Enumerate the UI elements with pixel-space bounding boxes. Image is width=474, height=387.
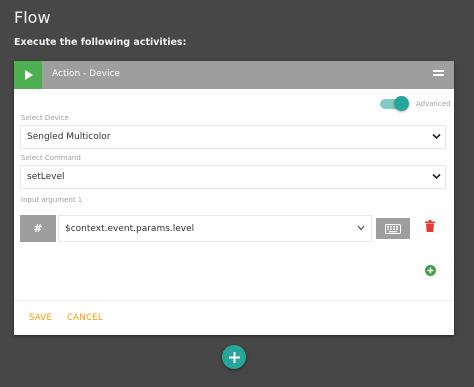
chevron-down-icon (432, 133, 441, 140)
save-button[interactable]: SAVE (29, 313, 52, 323)
play-icon (24, 70, 33, 80)
page-subtitle: Execute the following activities: (14, 37, 187, 48)
keyboard-icon (385, 223, 401, 234)
plus-icon (228, 351, 240, 363)
keyboard-button[interactable] (376, 218, 410, 239)
device-label: Select Device (21, 114, 69, 122)
command-value: setLevel (27, 172, 65, 182)
argument-value: $context.event.params.level (65, 224, 195, 234)
command-select[interactable]: setLevel (20, 165, 446, 189)
advanced-label: Advanced (416, 100, 451, 108)
plus-icon (427, 267, 434, 274)
cancel-button[interactable]: CANCEL (67, 313, 103, 323)
activity-card: Action - Device Advanced Select Device S… (14, 61, 454, 335)
add-argument-button[interactable] (425, 265, 436, 276)
command-label: Select Command (21, 154, 81, 162)
argument-label: Input argument 1 (21, 196, 83, 204)
device-value: Sengled Multicolor (27, 132, 111, 142)
run-button[interactable] (14, 61, 42, 89)
advanced-toggle-thumb[interactable] (394, 96, 409, 111)
chevron-down-icon (357, 225, 365, 231)
device-select[interactable]: Sengled Multicolor (20, 125, 446, 149)
card-title: Action - Device (52, 69, 120, 79)
trash-icon[interactable] (425, 220, 435, 232)
menu-icon[interactable] (433, 70, 444, 79)
footer-divider (14, 300, 454, 301)
argument-select[interactable]: $context.event.params.level (58, 215, 372, 242)
card-header: Action - Device (14, 61, 454, 89)
argument-type-button[interactable]: # (20, 215, 56, 242)
chevron-down-icon (432, 173, 441, 180)
page-title: Flow (14, 8, 51, 27)
add-activity-button[interactable] (222, 345, 246, 369)
